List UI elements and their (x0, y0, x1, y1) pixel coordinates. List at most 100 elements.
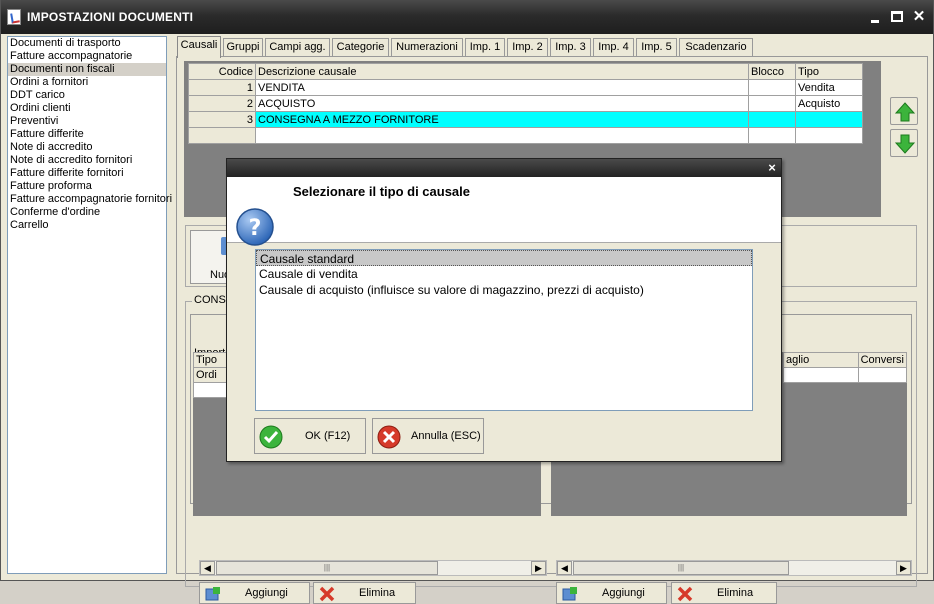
list-item[interactable]: Conferme d'ordine (8, 206, 166, 219)
up-arrow-icon (895, 102, 915, 122)
column-header-descrizione[interactable]: Descrizione causale (255, 63, 749, 80)
add-icon (562, 587, 577, 601)
table-header-row: Tipo (193, 352, 230, 368)
list-item[interactable]: Fatture accompagnatorie fornitori (8, 193, 172, 206)
tab-imp-2[interactable]: Imp. 2 (507, 38, 548, 57)
tab-campi-agg[interactable]: Campi agg. (265, 38, 330, 57)
move-down-button[interactable] (890, 129, 918, 157)
tab-scadenzario[interactable]: Scadenzario (679, 38, 753, 57)
column-header-tipo[interactable]: Tipo (795, 63, 863, 80)
scroll-left-icon[interactable]: ◀ (200, 561, 215, 575)
column-header-blocco[interactable]: Blocco (748, 63, 796, 80)
right-table: aglio Conversi (783, 352, 908, 383)
delete-button-left[interactable]: Elimina (313, 582, 416, 604)
cell-tipo[interactable]: Acquisto (795, 95, 863, 112)
list-item[interactable]: Note di accredito (8, 141, 166, 154)
cell-descrizione[interactable]: VENDITA (255, 79, 749, 96)
tab-numerazioni[interactable]: Numerazioni (391, 38, 463, 57)
ok-button[interactable]: OK (F12) (254, 418, 366, 454)
scroll-left-icon[interactable]: ◀ (557, 561, 572, 575)
cell-descrizione[interactable]: CONSEGNA A MEZZO FORNITORE (255, 111, 749, 128)
table-cell[interactable] (783, 367, 859, 383)
list-item[interactable]: DDT carico (8, 89, 166, 102)
add-button-right[interactable]: Aggiungi (556, 582, 667, 604)
scroll-thumb[interactable]: ||| (573, 561, 789, 575)
list-item-selected[interactable]: Causale standard (256, 250, 752, 266)
list-item[interactable]: Note di accredito fornitori (8, 154, 166, 167)
cell-descrizione[interactable] (255, 127, 749, 144)
check-icon (259, 425, 283, 449)
close-button[interactable]: ✕ (909, 7, 929, 27)
delete-icon (319, 586, 335, 602)
list-item[interactable]: Causale di vendita (256, 266, 752, 282)
list-item[interactable]: Fatture proforma (8, 180, 166, 193)
dialog-heading: Selezionare il tipo di causale (293, 184, 471, 199)
right-scrollbar[interactable]: ◀ ||| ▶ (556, 560, 912, 576)
document-type-list[interactable]: Documenti di trasporto Fatture accompagn… (7, 36, 172, 574)
column-header-codice[interactable]: Codice (188, 63, 256, 80)
column-header-conversione[interactable]: Conversi (857, 352, 908, 368)
delete-button-label: Elimina (717, 587, 754, 599)
tab-gruppi[interactable]: Gruppi (223, 38, 263, 57)
list-item[interactable]: Ordini a fornitori (8, 76, 166, 89)
tab-causali[interactable]: Causali (177, 36, 221, 58)
table-row[interactable]: Ordi (193, 367, 230, 383)
cell-descrizione[interactable]: ACQUISTO (255, 95, 749, 112)
cancel-button[interactable]: Annulla (ESC) (372, 418, 484, 454)
add-button-left[interactable]: Aggiungi (199, 582, 310, 604)
table-cell[interactable]: Ordi (193, 367, 230, 383)
table-cell[interactable] (193, 382, 230, 398)
table-row[interactable] (193, 382, 230, 398)
causale-type-list[interactable]: Causale standard Causale di vendita Caus… (255, 249, 753, 411)
cell-tipo[interactable]: Vendita (795, 79, 863, 96)
list-item[interactable]: Fatture accompagnatorie (8, 50, 166, 63)
maximize-icon (891, 11, 903, 22)
tab-categorie[interactable]: Categorie (332, 38, 389, 57)
maximize-button[interactable] (887, 7, 907, 27)
tab-imp-4[interactable]: Imp. 4 (593, 38, 634, 57)
tab-imp-1[interactable]: Imp. 1 (465, 38, 505, 57)
list-item[interactable]: Documenti di trasporto (8, 37, 166, 50)
list-item[interactable]: Preventivi (8, 115, 166, 128)
dialog-close-icon[interactable]: × (765, 160, 779, 175)
ok-button-label: OK (F12) (305, 430, 351, 442)
cell-blocco[interactable] (748, 95, 796, 112)
cell-blocco[interactable] (748, 111, 796, 128)
delete-button-label: Elimina (359, 587, 396, 599)
delete-button-right[interactable]: Elimina (671, 582, 777, 604)
table-row[interactable] (783, 367, 908, 383)
scroll-thumb[interactable]: ||| (216, 561, 438, 575)
list-item[interactable]: Fatture differite (8, 128, 166, 141)
list-item[interactable]: Fatture differite fornitori (8, 167, 166, 180)
list-item-selected[interactable]: Documenti non fiscali (8, 63, 166, 76)
cell-tipo[interactable] (795, 111, 863, 128)
list-item[interactable]: Ordini clienti (8, 102, 166, 115)
table-row-new[interactable] (188, 127, 863, 144)
tab-imp-5[interactable]: Imp. 5 (636, 38, 677, 57)
title-bar: IMPOSTAZIONI DOCUMENTI ✕ (1, 0, 933, 34)
table-row[interactable]: 1 VENDITA Vendita (188, 79, 863, 96)
causale-type-dialog: × ? Selezionare il tipo di causale Causa… (226, 158, 782, 462)
left-table: Tipo Ordi (193, 352, 230, 398)
cell-blocco[interactable] (748, 79, 796, 96)
column-header-dettaglio[interactable]: aglio (783, 352, 859, 368)
cell-codice: 2 (188, 95, 256, 112)
cell-codice (188, 127, 256, 144)
table-row-selected[interactable]: 3 CONSEGNA A MEZZO FORNITORE (188, 111, 863, 128)
tab-imp-3[interactable]: Imp. 3 (550, 38, 591, 57)
app-icon (7, 9, 21, 25)
scroll-right-icon[interactable]: ▶ (896, 561, 911, 575)
scroll-right-icon[interactable]: ▶ (531, 561, 546, 575)
down-arrow-icon (895, 134, 915, 154)
cell-blocco[interactable] (748, 127, 796, 144)
list-item[interactable]: Carrello (8, 219, 166, 232)
left-scrollbar[interactable]: ◀ ||| ▶ (199, 560, 547, 576)
column-header-tipo[interactable]: Tipo (193, 352, 230, 368)
list-item[interactable]: Causale di acquisto (influisce su valore… (256, 282, 752, 298)
move-up-button[interactable] (890, 97, 918, 125)
causali-table: Codice Descrizione causale Blocco Tipo 1… (188, 63, 863, 144)
minimize-button[interactable] (865, 7, 885, 27)
table-row[interactable]: 2 ACQUISTO Acquisto (188, 95, 863, 112)
table-cell[interactable] (857, 367, 908, 383)
cell-tipo[interactable] (795, 127, 863, 144)
